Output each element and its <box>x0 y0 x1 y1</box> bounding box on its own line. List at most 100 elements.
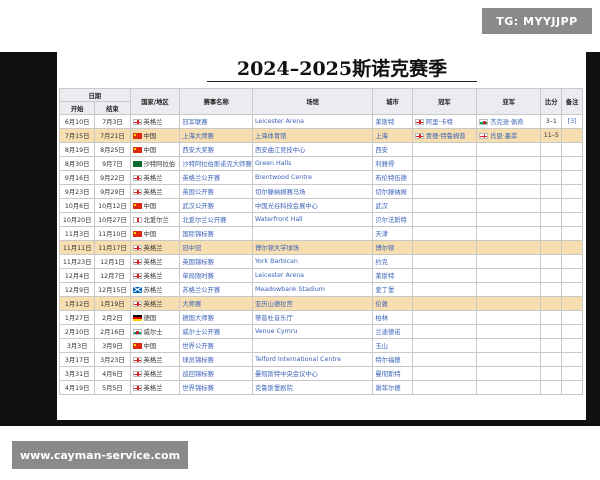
cell-score-text: 11–5 <box>543 131 559 139</box>
cell-event-text: 威尔士公开赛 <box>182 329 221 336</box>
cell-runner-up-text: 杰克逊·佩奇 <box>490 119 524 126</box>
schedule-panel: 2024–2025斯诺克赛季 日期 国家/地区 赛事名称 场馆 城市 冠军 亚军… <box>57 52 586 420</box>
cell-start-text: 3月17日 <box>64 357 90 364</box>
cell-score <box>540 156 563 171</box>
table-row: 3月31日 4月6日 英格兰 巡回锦标赛 曼彻斯特中央会议中心 曼彻斯特 <box>58 366 583 381</box>
cell-country: 中国 <box>129 142 181 157</box>
cell-note <box>561 226 583 241</box>
cell-start: 11月11日 <box>58 240 96 255</box>
cell-winner <box>411 352 478 367</box>
cell-venue: Telford International Centre <box>251 352 374 367</box>
cell-event: 球员锦标赛 <box>179 352 253 367</box>
cell-venue: Green Halls <box>251 156 374 171</box>
table-row: 10月6日 10月12日 中国 武汉公开赛 中国光谷科技会展中心 武汉 <box>58 198 583 213</box>
cell-end: 12月7日 <box>94 268 131 283</box>
flag-chn-icon <box>132 342 142 349</box>
cell-score <box>540 282 563 297</box>
cell-venue-text: Brentwood Centre <box>254 173 312 181</box>
cell-end-text: 9月22日 <box>100 175 125 182</box>
cell-score <box>540 198 563 213</box>
cell-event: 沙特阿拉伯斯诺克大师赛 <box>179 156 253 171</box>
cell-score <box>540 324 563 339</box>
cell-start: 3月3日 <box>58 338 96 353</box>
cell-event-text: 球员锦标赛 <box>182 357 214 364</box>
cell-start: 1月27日 <box>58 310 96 325</box>
table-row: 9月16日 9月22日 英格兰 英格兰公开赛 Brentwood Centre 布伦特伍德 <box>58 170 583 185</box>
cell-start: 10月20日 <box>58 212 96 227</box>
table-row: 11月11日 11月17日 英格兰 冠中冠 博尔顿大学球场 博尔顿 <box>58 240 583 255</box>
cell-city-text: 谢菲尔德 <box>375 385 401 392</box>
cell-runner-up <box>476 324 542 339</box>
table-row: 9月23日 9月29日 英格兰 英国公开赛 切尔滕纳姆赛马场 切尔滕纳姆 <box>58 184 583 199</box>
cell-city: 布伦特伍德 <box>372 170 413 185</box>
cell-city-text: 天津 <box>375 231 388 238</box>
header-row-1: 日期 国家/地区 赛事名称 场馆 城市 冠军 亚军 比分 备注 <box>59 88 583 115</box>
cell-country: 中国 <box>129 128 181 143</box>
cell-city: 曼彻斯特 <box>372 366 413 381</box>
cell-start-text: 10月6日 <box>64 203 90 210</box>
cell-country: 英格兰 <box>129 366 181 381</box>
cell-runner-up <box>476 212 542 227</box>
cell-end: 3月9日 <box>94 338 131 353</box>
cell-city-text: 博尔顿 <box>375 245 395 252</box>
cell-end-text: 11月10日 <box>98 231 127 238</box>
cell-end-text: 7月3日 <box>102 119 123 126</box>
cell-event-text: 巡回锦标赛 <box>182 371 214 378</box>
flag-chn-icon <box>132 230 142 237</box>
cell-end-text: 3月9日 <box>102 343 123 350</box>
cell-winner <box>411 366 478 381</box>
cell-runner-up <box>476 268 542 283</box>
cell-city-text: 玉山 <box>375 343 388 350</box>
cell-note <box>561 198 583 213</box>
cell-end: 12月1日 <box>94 254 131 269</box>
flag-ger-icon <box>132 314 142 321</box>
cell-event: 单局限时赛 <box>179 268 253 283</box>
flag-eng-icon <box>132 384 142 391</box>
cell-winner: 阿里·卡特 <box>411 114 478 129</box>
cell-winner <box>411 156 478 171</box>
cell-venue-text: 曼彻斯特中央会议中心 <box>254 371 318 378</box>
cell-event-text: 英国锦标赛 <box>182 259 214 266</box>
cell-note <box>561 282 583 297</box>
flag-nir-icon <box>132 216 142 223</box>
cell-venue: Leicester Arena <box>251 114 374 129</box>
cell-end-text: 12月1日 <box>100 259 125 266</box>
cell-event-text: 西安大奖赛 <box>182 147 214 154</box>
cell-venue-text: Waterfront Hall <box>254 215 303 223</box>
cell-event: 国际锦标赛 <box>179 226 253 241</box>
table-row: 8月19日 8月25日 中国 西安大奖赛 西安曲江竞技中心 西安 <box>58 142 583 157</box>
cell-winner <box>411 212 478 227</box>
cell-start: 7月15日 <box>58 128 96 143</box>
cell-event-text: 上海大师赛 <box>182 133 214 140</box>
cell-country: 苏格兰 <box>129 282 181 297</box>
flag-wal-icon <box>132 328 142 335</box>
cell-venue-text: York Barbican <box>254 257 298 265</box>
cell-event-text: 冠中冠 <box>182 245 202 252</box>
cell-note <box>561 352 583 367</box>
schedule-table: 日期 国家/地区 赛事名称 场馆 城市 冠军 亚军 比分 备注 开始 结束 6月… <box>58 88 583 395</box>
cell-venue-text: 克鲁斯堡剧院 <box>254 385 293 392</box>
cell-start-text: 1月27日 <box>64 315 90 322</box>
cell-venue-text: 上海体育馆 <box>254 133 287 140</box>
header-event: 赛事名称 <box>179 88 253 115</box>
cell-winner <box>411 198 478 213</box>
cell-country-text: 英格兰 <box>143 175 163 182</box>
cell-end: 2月2日 <box>94 310 131 325</box>
flag-eng-icon <box>132 272 142 279</box>
cell-end-text: 7月21日 <box>100 133 125 140</box>
cell-country: 中国 <box>129 338 181 353</box>
flag-eng-icon <box>479 132 489 139</box>
cell-winner <box>411 226 478 241</box>
cell-venue: 切尔滕纳姆赛马场 <box>251 184 374 199</box>
cell-venue-text: 蒂普杜音乐厅 <box>254 315 293 322</box>
cell-start-text: 12月9日 <box>64 287 90 294</box>
cell-venue: 博尔顿大学球场 <box>251 240 374 255</box>
cell-city: 伦敦 <box>372 296 413 311</box>
cell-city-text: 利雅得 <box>375 161 395 168</box>
cell-city-text: 曼彻斯特 <box>375 371 401 378</box>
cell-end: 7月21日 <box>94 128 131 143</box>
cell-runner-up <box>476 352 542 367</box>
cell-winner-text: 阿里·卡特 <box>425 119 453 126</box>
cell-runner-up <box>476 142 542 157</box>
cell-event-text: 武汉公开赛 <box>182 203 214 210</box>
